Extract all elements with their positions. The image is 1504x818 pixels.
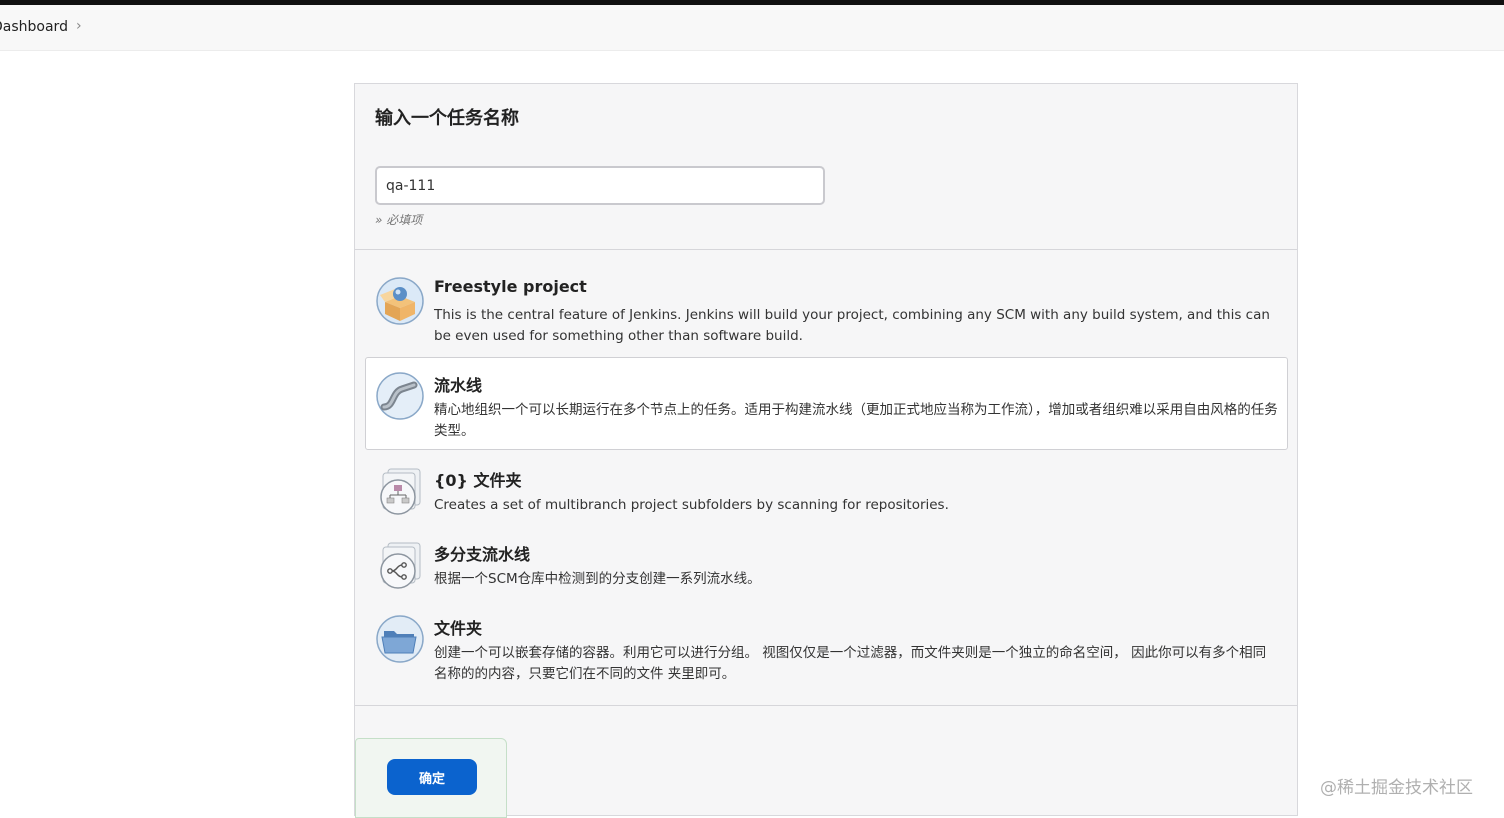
item-type-description: 精心地组织一个可以长期运行在多个节点上的任务。适用于构建流水线（更加正式地应当称…	[434, 402, 1278, 439]
watermark: @稀土掘金技术社区	[1320, 778, 1473, 798]
item-type-pipeline[interactable]: 流水线 精心地组织一个可以长期运行在多个节点上的任务。适用于构建流水线（更加正式…	[365, 357, 1288, 450]
breadcrumb: Dashboard ›	[0, 5, 1504, 51]
item-type-description: This is the central feature of Jenkins. …	[434, 307, 1270, 344]
divider	[355, 249, 1297, 250]
item-type-organization-folder[interactable]: {0} 文件夹 Creates a set of multibranch pro…	[365, 452, 1288, 522]
organization-folder-icon	[376, 467, 424, 515]
item-type-multibranch-pipeline[interactable]: 多分支流水线 根据一个SCM仓库中检测到的分支创建一系列流水线。	[365, 526, 1288, 596]
ok-button[interactable]: 确定	[387, 759, 477, 795]
item-type-label: 文件夹	[434, 619, 483, 638]
item-type-label: 流水线	[434, 376, 483, 395]
item-type-description: 根据一个SCM仓库中检测到的分支创建一系列流水线。	[434, 571, 761, 587]
item-type-label: {0} 文件夹	[434, 471, 522, 490]
pipeline-icon	[376, 372, 424, 420]
multibranch-pipeline-icon	[376, 541, 424, 589]
folder-icon	[376, 615, 424, 663]
item-type-description: 创建一个可以嵌套存储的容器。利用它可以进行分组。 视图仅仅是一个过滤器，而文件夹…	[434, 645, 1267, 682]
required-note: » 必填项	[375, 213, 423, 227]
ok-button-container: 确定	[355, 738, 507, 818]
divider	[355, 705, 1297, 706]
item-type-description: Creates a set of multibranch project sub…	[434, 497, 949, 513]
item-type-label: Freestyle project	[434, 277, 587, 296]
item-type-freestyle[interactable]: Freestyle project This is the central fe…	[365, 262, 1288, 350]
item-type-folder[interactable]: 文件夹 创建一个可以嵌套存储的容器。利用它可以进行分组。 视图仅仅是一个过滤器，…	[365, 600, 1288, 690]
item-name-input[interactable]	[375, 166, 825, 205]
new-item-panel: 输入一个任务名称 » 必填项 Freestyle project This is…	[354, 83, 1298, 818]
breadcrumb-dashboard[interactable]: Dashboard	[0, 19, 68, 35]
chevron-right-icon[interactable]: ›	[76, 18, 82, 34]
item-type-label: 多分支流水线	[434, 545, 531, 564]
page-title: 输入一个任务名称	[375, 108, 519, 129]
freestyle-project-icon	[376, 277, 424, 325]
